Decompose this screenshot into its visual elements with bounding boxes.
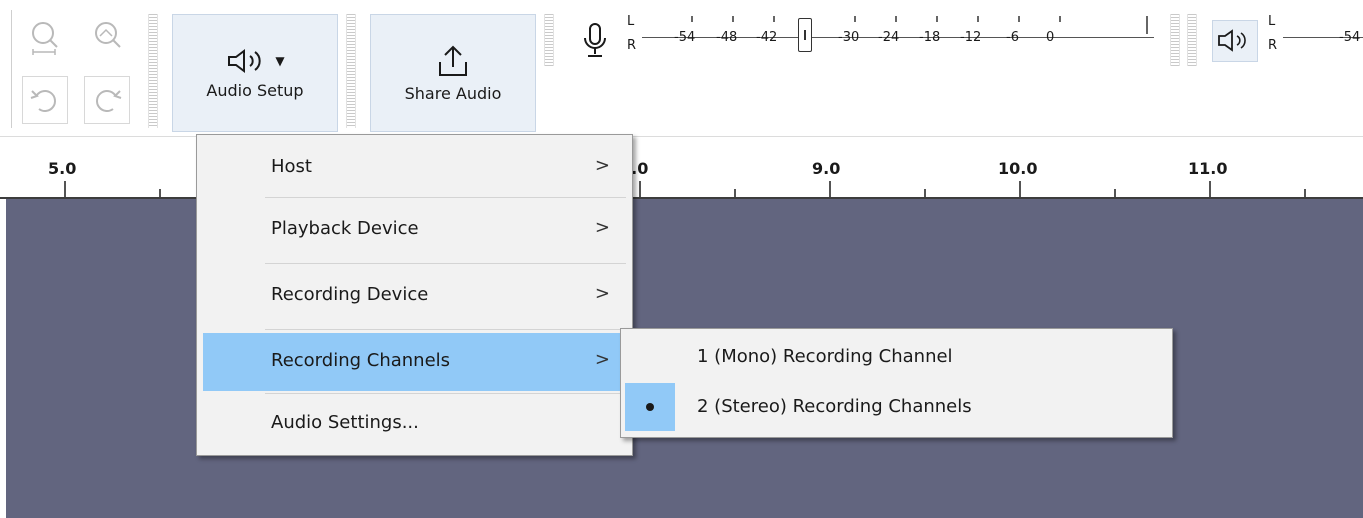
zoom-fit-icon [32, 22, 58, 55]
submenu-arrow-icon: > [594, 349, 610, 370]
redo-button[interactable] [84, 76, 130, 124]
share-icon [439, 45, 467, 76]
submenu-item-mono[interactable]: 1 (Mono) Recording Channel [625, 333, 1168, 381]
toolbar-grip[interactable] [148, 14, 158, 128]
recording-channels-submenu: 1 (Mono) Recording Channel 2 (Stereo) Re… [620, 328, 1173, 438]
dropdown-caret-icon: ▼ [275, 53, 285, 68]
menu-item-label: Recording Channels [271, 350, 451, 371]
toolbar-grip[interactable] [1187, 14, 1197, 66]
submenu-item-label: 1 (Mono) Recording Channel [697, 346, 953, 367]
meter-tick-label: -6 [1006, 30, 1019, 45]
share-audio-label: Share Audio [404, 83, 502, 103]
submenu-arrow-icon: > [594, 155, 610, 176]
menu-item-label: Recording Device [271, 284, 429, 305]
audio-setup-label: Audio Setup [206, 80, 304, 100]
meter-slider-thumb[interactable] [798, 18, 812, 52]
zoom-toggle-button[interactable] [84, 14, 130, 62]
rec-meter-right-label: R [627, 38, 637, 53]
toolbar-grip[interactable] [1170, 14, 1180, 66]
undo-button[interactable] [22, 76, 68, 124]
zoom-toggle-icon [95, 22, 121, 48]
redo-icon [96, 90, 122, 112]
toolbar-grip[interactable] [346, 14, 356, 128]
submenu-item-stereo[interactable]: 2 (Stereo) Recording Channels [625, 383, 1168, 431]
toolbar-left-edge [0, 10, 12, 128]
selected-dot-icon [646, 403, 654, 411]
submenu-arrow-icon: > [594, 283, 610, 304]
meter-tick-label: -54 [1339, 30, 1361, 45]
play-meter-right-label: R [1268, 38, 1278, 53]
undo-icon [30, 90, 56, 112]
meter-tick-label: -12 [960, 30, 982, 45]
speaker-icon [1218, 29, 1246, 52]
meter-tick-label: -18 [919, 30, 941, 45]
meter-tick-label: -54 [674, 30, 696, 45]
audio-setup-icon-row: ▼ [225, 47, 285, 75]
share-audio-button[interactable]: Share Audio [370, 14, 536, 132]
playback-meter[interactable]: -54 [1283, 14, 1363, 58]
menu-item-label: Audio Settings... [271, 412, 419, 433]
menu-separator [265, 393, 626, 394]
menu-separator [265, 329, 626, 330]
meter-tick-label: -30 [838, 30, 860, 45]
menu-item-playback-device[interactable]: Playback Device > [203, 201, 626, 259]
toolbar: ▼ Audio Setup Share Audio L R -54 -48 -4… [0, 0, 1363, 137]
menu-item-host[interactable]: Host > [203, 139, 626, 197]
play-meter-left-label: L [1268, 14, 1276, 29]
radio-selected-indicator [625, 383, 675, 431]
menu-item-audio-settings[interactable]: Audio Settings... [203, 395, 626, 453]
audio-setup-menu: Host > Playback Device > Recording Devic… [196, 134, 633, 456]
recording-meter[interactable]: -54 -48 -42 -30 -24 -18 -12 -6 0 [642, 14, 1162, 58]
menu-item-recording-device[interactable]: Recording Device > [203, 267, 626, 325]
meter-tick-label: -24 [878, 30, 900, 45]
zoom-fit-button[interactable] [22, 14, 68, 62]
menu-item-recording-channels[interactable]: Recording Channels > [203, 333, 626, 391]
menu-separator [265, 197, 626, 198]
audio-setup-button[interactable]: ▼ Audio Setup [172, 14, 338, 132]
submenu-item-label: 2 (Stereo) Recording Channels [697, 396, 972, 417]
menu-separator [265, 263, 626, 264]
meter-tick-label: 0 [1046, 30, 1055, 45]
toolbar-grip[interactable] [544, 14, 554, 66]
playback-meter-button[interactable] [1212, 20, 1258, 62]
meter-tick-label: -48 [716, 30, 738, 45]
menu-item-label: Host [271, 156, 312, 177]
track-area-left-border [0, 199, 6, 518]
rec-meter-left-label: L [627, 14, 635, 29]
speaker-icon [228, 48, 262, 73]
recording-meter-button[interactable] [576, 18, 616, 64]
meter-slider-thumb-grip [804, 30, 806, 40]
submenu-arrow-icon: > [594, 217, 610, 238]
meter-tick-label: -42 [756, 30, 778, 45]
microphone-icon [584, 23, 606, 57]
menu-item-label: Playback Device [271, 218, 419, 239]
